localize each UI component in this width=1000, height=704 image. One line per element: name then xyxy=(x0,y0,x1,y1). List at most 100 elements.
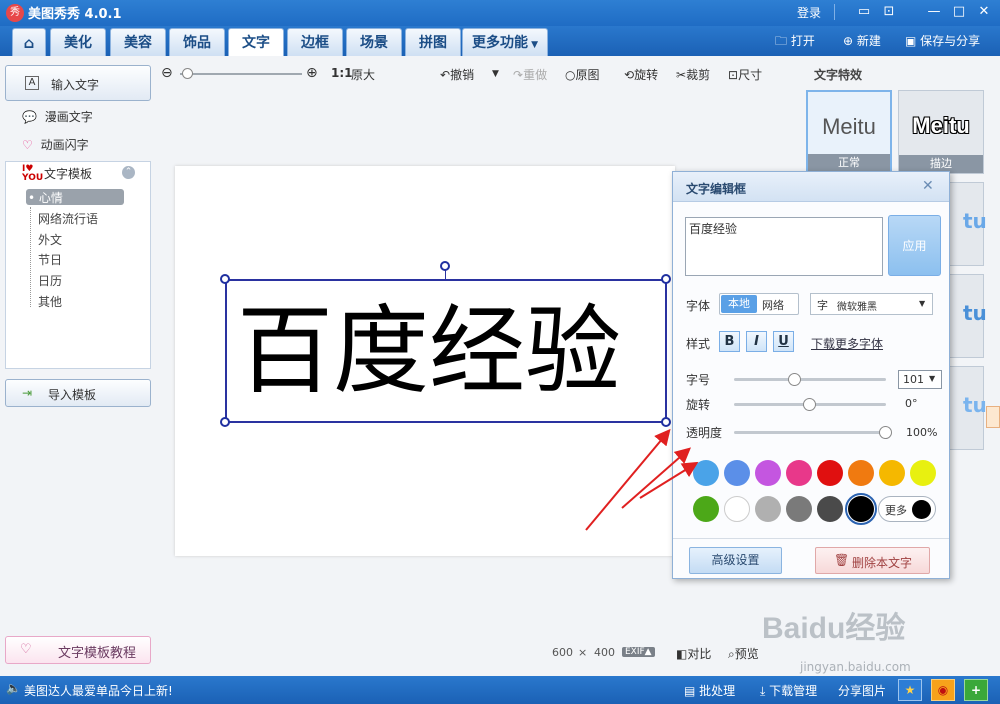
color-swatch[interactable] xyxy=(910,460,936,486)
zoom-out-icon[interactable]: ⊖ xyxy=(161,65,173,81)
original-size-button[interactable]: 原大 xyxy=(351,66,375,83)
tab-more[interactable]: 更多功能 ▼ xyxy=(462,28,548,56)
tab-text[interactable]: 文字 xyxy=(228,28,284,56)
rotate-value: 0° xyxy=(905,397,918,410)
effect-normal-preview: Meitu xyxy=(822,114,876,139)
compare-button[interactable]: ◧对比 xyxy=(676,645,711,662)
original-button[interactable]: ○原图 xyxy=(565,66,600,83)
preview-button[interactable]: ⌕预览 xyxy=(728,645,759,662)
undo-icon: ↶ xyxy=(440,68,451,82)
resize-handle-bl[interactable] xyxy=(220,417,230,427)
color-swatch[interactable] xyxy=(724,496,750,522)
collapse-icon[interactable]: ⌃ xyxy=(122,166,135,179)
template-item-internet[interactable]: 网络流行语 xyxy=(38,210,98,227)
effect-stroke[interactable]: Meitu 描边 xyxy=(898,90,984,174)
close-icon[interactable]: ✕ xyxy=(975,3,993,21)
star-icon[interactable]: ★ xyxy=(898,679,922,701)
undo-dropdown-icon[interactable]: ▼ xyxy=(492,69,499,79)
zoom-in-icon[interactable]: ⊕ xyxy=(306,65,318,81)
opacity-slider[interactable] xyxy=(734,431,886,434)
input-text-button[interactable]: A 输入文字 xyxy=(5,65,151,101)
size-button[interactable]: ⊡尺寸 xyxy=(728,66,762,83)
size-slider-knob[interactable] xyxy=(787,373,801,386)
color-swatch[interactable] xyxy=(848,460,874,486)
color-swatch[interactable] xyxy=(786,496,812,522)
font-web-tab[interactable]: 网络 xyxy=(762,297,784,313)
undo-button[interactable]: ↶撤销 xyxy=(440,66,474,83)
tab-home[interactable]: ⌂ xyxy=(12,28,46,56)
maximize-icon[interactable]: □ xyxy=(950,3,968,21)
delete-text-button[interactable]: 🗑 删除本文字 xyxy=(815,547,930,574)
status-message[interactable]: 美图达人最爱单品今日上新! xyxy=(24,682,173,699)
template-item-holiday[interactable]: 节日 xyxy=(38,251,62,268)
tab-more-label: 更多功能 xyxy=(471,35,528,51)
new-button[interactable]: ⊕ 新建 xyxy=(843,31,881,51)
minimize-icon[interactable]: — xyxy=(925,3,943,21)
message-icon[interactable]: ▭ xyxy=(855,3,873,21)
template-title[interactable]: 文字模板 xyxy=(44,165,92,182)
tab-scene[interactable]: 场景 xyxy=(346,28,402,56)
side-badge-icon[interactable] xyxy=(986,406,1000,428)
tab-collage[interactable]: 拼图 xyxy=(405,28,461,56)
rotate-label: 旋转 xyxy=(634,68,659,82)
color-swatch[interactable] xyxy=(755,460,781,486)
size-slider[interactable] xyxy=(734,378,886,381)
color-swatch[interactable] xyxy=(879,460,905,486)
animated-text-item[interactable]: ♡ 动画闪字 xyxy=(22,132,89,158)
more-colors-button[interactable]: 更多 xyxy=(878,496,936,522)
download-fonts-link[interactable]: 下载更多字体 xyxy=(811,335,883,352)
font-local-tab[interactable]: 本地 xyxy=(721,295,757,313)
size-select[interactable]: 101 ▼ xyxy=(898,370,942,389)
color-swatch[interactable] xyxy=(817,460,843,486)
tab-frame[interactable]: 边框 xyxy=(287,28,343,56)
batch-button[interactable]: ▤ 批处理 xyxy=(684,682,735,699)
undo-label: 撤销 xyxy=(450,68,475,82)
rotate-slider-knob[interactable] xyxy=(803,398,816,411)
share-image-button[interactable]: 分享图片 xyxy=(838,682,886,699)
italic-button[interactable]: I xyxy=(746,331,767,352)
color-swatch[interactable] xyxy=(755,496,781,522)
ratio-button[interactable]: 1:1 xyxy=(331,66,353,80)
effect-normal[interactable]: Meitu 正常 xyxy=(806,90,892,174)
tab-beautify[interactable]: 美化 xyxy=(50,28,106,56)
open-button[interactable]: 🗀 打开 xyxy=(775,31,815,51)
underline-button[interactable]: U xyxy=(773,331,794,352)
font-select[interactable]: 字 微软雅黑 ▼ xyxy=(810,293,933,315)
rotate-handle[interactable] xyxy=(440,261,450,271)
dialog-close-icon[interactable]: ✕ xyxy=(922,178,934,194)
tab-accessories[interactable]: 饰品 xyxy=(169,28,225,56)
add-icon[interactable]: + xyxy=(964,679,988,701)
save-share-button[interactable]: ▣ 保存与分享 xyxy=(905,31,980,51)
import-template-button[interactable]: ⇥ 导入模板 xyxy=(5,379,151,407)
comic-text-item[interactable]: 💬 漫画文字 xyxy=(22,104,93,130)
template-item-other[interactable]: 其他 xyxy=(38,293,62,310)
zoom-slider-knob[interactable] xyxy=(182,68,193,79)
color-swatch[interactable] xyxy=(724,460,750,486)
color-swatch[interactable] xyxy=(817,496,843,522)
tutorial-button[interactable]: ♡ 文字模板教程 xyxy=(5,636,151,664)
bold-button[interactable]: B xyxy=(719,331,740,352)
canvas-text[interactable]: 百度经验 xyxy=(237,292,657,410)
text-input[interactable]: 百度经验 xyxy=(685,217,883,276)
color-swatch[interactable] xyxy=(845,493,877,525)
download-manager-button[interactable]: ⤓ 下载管理 xyxy=(760,682,817,699)
redo-button[interactable]: ↷重做 xyxy=(513,66,547,83)
i-love-you-icon: I♥ YOU xyxy=(22,164,44,183)
menu-icon[interactable]: ⊡ xyxy=(880,3,898,21)
template-item-calendar[interactable]: 日历 xyxy=(38,272,62,289)
opacity-slider-knob[interactable] xyxy=(879,426,892,439)
login-link[interactable]: 登录 xyxy=(797,4,821,21)
template-item-mood[interactable]: • 心情 xyxy=(28,189,63,206)
apply-button[interactable]: 应用 xyxy=(888,215,941,276)
advanced-settings-button[interactable]: 高级设置 xyxy=(689,547,782,574)
resize-handle-tr[interactable] xyxy=(661,274,671,284)
crop-button[interactable]: ✂裁剪 xyxy=(676,66,710,83)
zoom-slider[interactable] xyxy=(180,73,302,75)
weibo-icon[interactable]: ◉ xyxy=(931,679,955,701)
rotate-button[interactable]: ⟲旋转 xyxy=(624,66,658,83)
exif-button[interactable]: EXIF▲ xyxy=(622,647,655,657)
resize-handle-tl[interactable] xyxy=(220,274,230,284)
tab-beauty[interactable]: 美容 xyxy=(110,28,166,56)
template-item-foreign[interactable]: 外文 xyxy=(38,231,62,248)
color-swatch[interactable] xyxy=(786,460,812,486)
